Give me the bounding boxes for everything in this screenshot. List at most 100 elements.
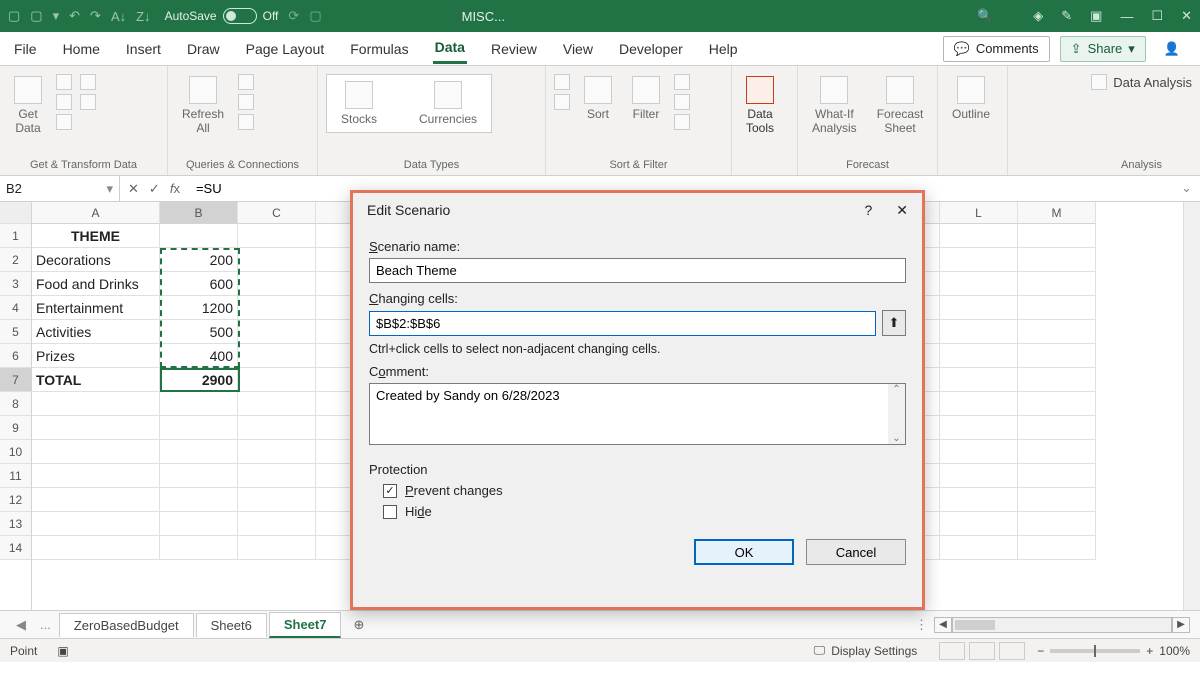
cell[interactable] bbox=[940, 488, 1018, 512]
column-header[interactable]: A bbox=[32, 202, 160, 224]
cell[interactable] bbox=[940, 440, 1018, 464]
chevron-down-icon[interactable]: ▾ bbox=[106, 181, 113, 197]
prevent-changes-checkbox[interactable]: ✓ Prevent changes bbox=[383, 483, 906, 498]
sort-button[interactable]: Sort bbox=[578, 74, 618, 123]
scenario-name-input[interactable] bbox=[369, 258, 906, 283]
advanced-icon[interactable] bbox=[674, 114, 690, 130]
row-header[interactable]: 14 bbox=[0, 536, 31, 560]
redo-icon[interactable]: ↷ bbox=[90, 8, 101, 24]
help-icon[interactable]: ? bbox=[864, 202, 872, 218]
row-header[interactable]: 4 bbox=[0, 296, 31, 320]
cell[interactable]: 400 bbox=[160, 344, 238, 368]
cell[interactable] bbox=[160, 416, 238, 440]
stocks-button[interactable]: Stocks bbox=[335, 79, 383, 128]
cell[interactable]: Decorations bbox=[32, 248, 160, 272]
row-header[interactable]: 3 bbox=[0, 272, 31, 296]
whatif-button[interactable]: What-If Analysis bbox=[806, 74, 863, 137]
horizontal-scrollbar[interactable]: ⋮ ◀ ▶ bbox=[915, 617, 1190, 633]
cell[interactable] bbox=[32, 440, 160, 464]
row-header[interactable]: 5 bbox=[0, 320, 31, 344]
cell[interactable] bbox=[1018, 344, 1096, 368]
cell[interactable] bbox=[160, 392, 238, 416]
row-header[interactable]: 12 bbox=[0, 488, 31, 512]
scrollbar-track[interactable] bbox=[952, 617, 1172, 633]
zoom-in-icon[interactable]: + bbox=[1146, 644, 1153, 658]
cell[interactable]: TOTAL bbox=[32, 368, 160, 392]
add-sheet-button[interactable]: ⊕ bbox=[343, 617, 374, 633]
row-header[interactable]: 11 bbox=[0, 464, 31, 488]
column-header[interactable]: M bbox=[1018, 202, 1096, 224]
cell[interactable] bbox=[940, 296, 1018, 320]
diamond-icon[interactable]: ◈ bbox=[1033, 8, 1043, 24]
tab-page-layout[interactable]: Page Layout bbox=[244, 35, 327, 63]
column-header[interactable]: B bbox=[160, 202, 238, 224]
cell[interactable] bbox=[32, 536, 160, 560]
cell[interactable] bbox=[1018, 320, 1096, 344]
cell[interactable] bbox=[1018, 368, 1096, 392]
cancel-icon[interactable]: ✕ bbox=[128, 181, 139, 197]
cell[interactable] bbox=[940, 272, 1018, 296]
sort-za-icon[interactable]: Z↓ bbox=[136, 9, 150, 24]
cell[interactable] bbox=[238, 464, 316, 488]
cell[interactable]: 600 bbox=[160, 272, 238, 296]
cell[interactable] bbox=[1018, 488, 1096, 512]
cell[interactable] bbox=[238, 488, 316, 512]
currencies-button[interactable]: Currencies bbox=[413, 79, 483, 128]
chevron-down-icon[interactable]: ▾ bbox=[53, 8, 60, 24]
refresh-all-button[interactable]: Refresh All bbox=[176, 74, 230, 137]
formula-input[interactable] bbox=[190, 181, 270, 196]
tab-nav-ellipsis[interactable]: ... bbox=[34, 617, 57, 632]
comments-button[interactable]: 💬 Comments bbox=[943, 36, 1050, 62]
tab-file[interactable]: File bbox=[12, 35, 39, 63]
tab-review[interactable]: Review bbox=[489, 35, 539, 63]
select-all-button[interactable] bbox=[0, 202, 31, 224]
cell[interactable] bbox=[160, 464, 238, 488]
row-header[interactable]: 6 bbox=[0, 344, 31, 368]
cell[interactable]: Food and Drinks bbox=[32, 272, 160, 296]
sheet-tab[interactable]: Sheet7 bbox=[269, 612, 342, 638]
cell[interactable] bbox=[32, 392, 160, 416]
page-break-view-button[interactable] bbox=[999, 642, 1025, 660]
cell[interactable] bbox=[238, 320, 316, 344]
from-table-icon[interactable] bbox=[56, 114, 72, 130]
forecast-sheet-button[interactable]: Forecast Sheet bbox=[871, 74, 930, 137]
cell[interactable] bbox=[238, 224, 316, 248]
recent-sources-icon[interactable] bbox=[80, 74, 96, 90]
cell[interactable]: 500 bbox=[160, 320, 238, 344]
cell[interactable] bbox=[238, 440, 316, 464]
tab-data[interactable]: Data bbox=[433, 33, 467, 64]
data-tools-button[interactable]: Data Tools bbox=[740, 74, 780, 137]
autosave-toggle[interactable]: AutoSave Off bbox=[165, 8, 279, 24]
row-header[interactable]: 1 bbox=[0, 224, 31, 248]
cell[interactable] bbox=[160, 512, 238, 536]
zoom-slider[interactable] bbox=[1050, 649, 1140, 653]
column-header[interactable]: C bbox=[238, 202, 316, 224]
column-header[interactable]: L bbox=[940, 202, 1018, 224]
cell[interactable] bbox=[940, 464, 1018, 488]
enter-icon[interactable]: ✓ bbox=[149, 181, 160, 197]
maximize-button[interactable]: ☐ bbox=[1151, 8, 1163, 24]
cell[interactable] bbox=[1018, 416, 1096, 440]
collapse-dialog-button[interactable]: ⬆ bbox=[882, 310, 906, 336]
filter-button[interactable]: Filter bbox=[626, 74, 666, 123]
user-icon[interactable]: 👤 bbox=[1156, 41, 1188, 57]
tab-home[interactable]: Home bbox=[61, 35, 102, 63]
cell[interactable] bbox=[238, 296, 316, 320]
close-button[interactable]: ✕ bbox=[1181, 8, 1192, 24]
clear-icon[interactable] bbox=[674, 74, 690, 90]
outline-button[interactable]: Outline bbox=[946, 74, 996, 123]
zoom-control[interactable]: − + 100% bbox=[1037, 644, 1190, 658]
cell[interactable] bbox=[238, 368, 316, 392]
sync-icon[interactable]: ⟳ bbox=[288, 8, 299, 24]
sort-az-icon[interactable]: A↓ bbox=[111, 9, 126, 24]
cell[interactable] bbox=[940, 344, 1018, 368]
comment-textarea[interactable]: Created by Sandy on 6/28/2023 bbox=[369, 383, 906, 445]
textarea-scrollbar[interactable]: ⌃⌄ bbox=[888, 384, 905, 444]
close-icon[interactable]: ✕ bbox=[896, 202, 908, 219]
from-web-icon[interactable] bbox=[56, 94, 72, 110]
tab-help[interactable]: Help bbox=[707, 35, 740, 63]
sort-za-icon[interactable] bbox=[554, 94, 570, 110]
cell[interactable] bbox=[1018, 272, 1096, 296]
teams-icon[interactable]: ▢ bbox=[309, 8, 321, 24]
normal-view-button[interactable] bbox=[939, 642, 965, 660]
